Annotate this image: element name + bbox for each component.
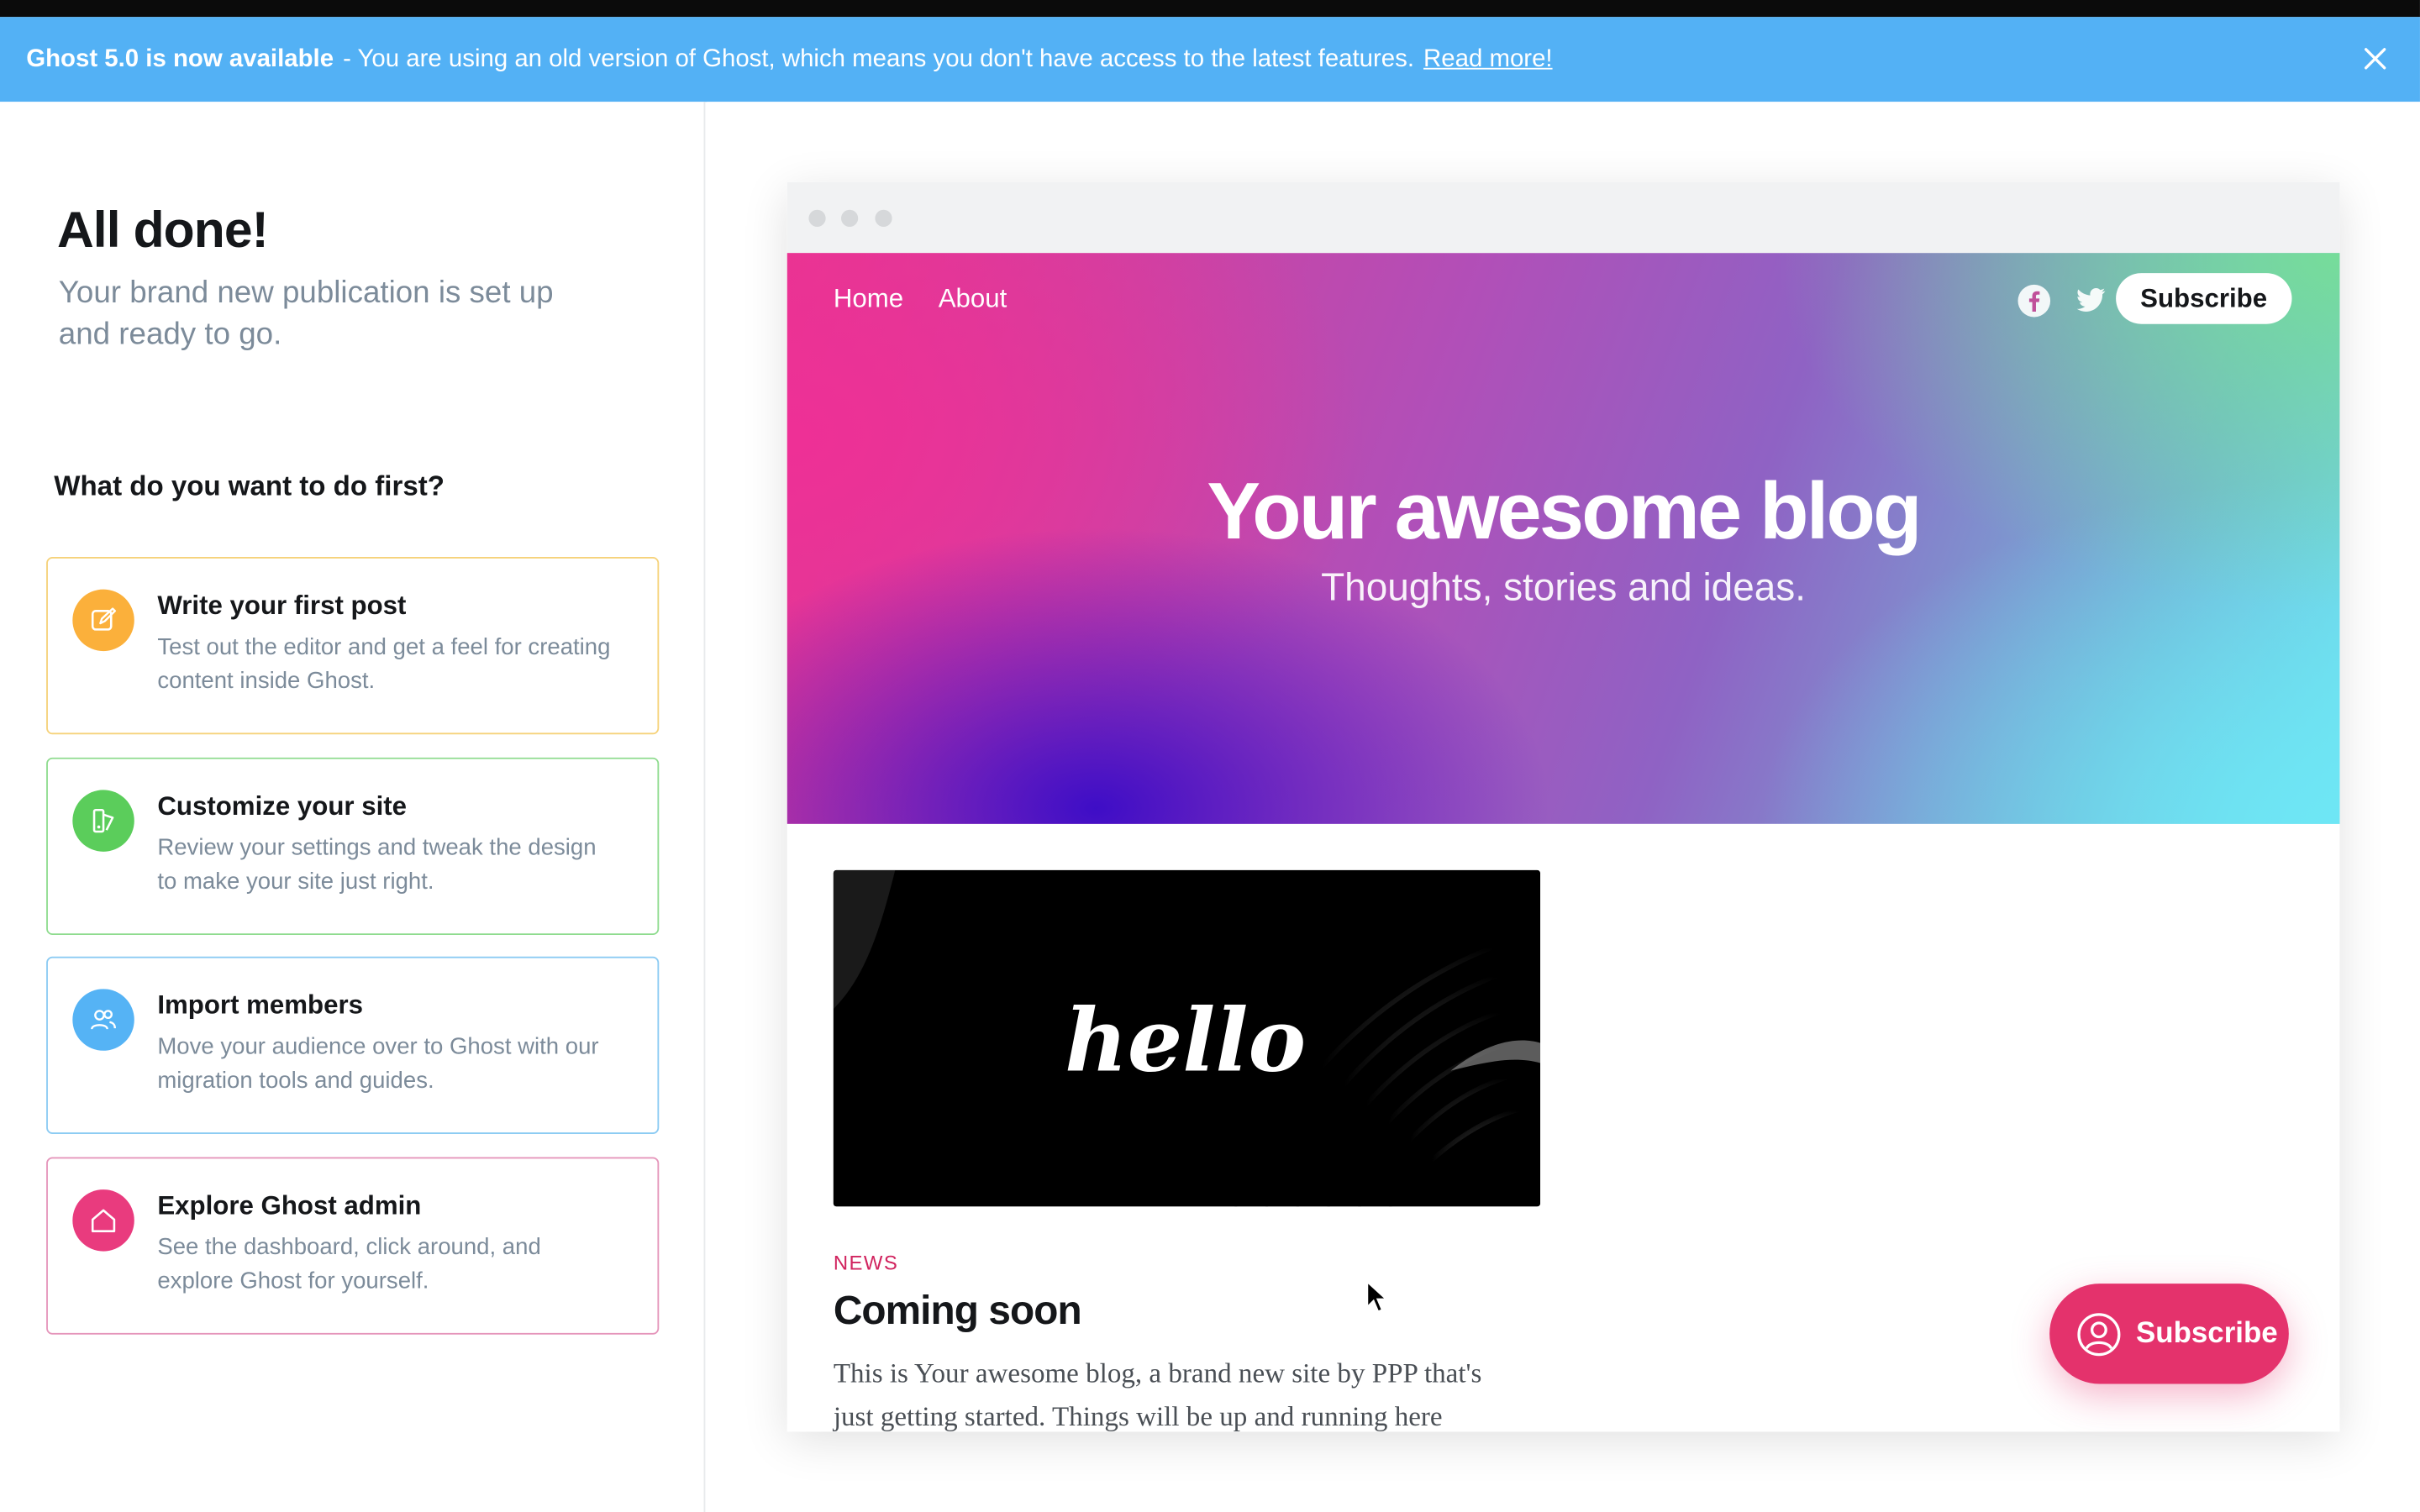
window-dot-icon xyxy=(875,209,892,227)
user-icon xyxy=(2077,1312,2121,1356)
blog-description: Thoughts, stories and ideas. xyxy=(1321,566,1806,610)
mouse-cursor-icon xyxy=(1366,1280,1388,1313)
home-icon xyxy=(72,1189,134,1252)
write-first-post-card[interactable]: Write your first post Test out the edito… xyxy=(46,557,660,735)
paint-brush-icon xyxy=(72,790,134,852)
import-members-card[interactable]: Import members Move your audience over t… xyxy=(46,956,660,1134)
post-title[interactable]: Coming soon xyxy=(834,1287,1082,1335)
post-excerpt: This is Your awesome blog, a brand new s… xyxy=(833,1357,1482,1432)
portal-subscribe-label: Subscribe xyxy=(2135,1316,2278,1350)
close-icon[interactable] xyxy=(2360,43,2391,74)
card-title: Customize your site xyxy=(157,791,408,822)
banner-title: Ghost 5.0 is now available xyxy=(26,45,334,72)
banner-read-more-link[interactable]: Read more! xyxy=(1423,45,1553,73)
header-subscribe-button[interactable]: Subscribe xyxy=(2115,273,2292,324)
update-banner: Ghost 5.0 is now available - You are usi… xyxy=(0,17,2420,102)
card-description: Review your settings and tweak the desig… xyxy=(157,834,597,895)
site-preview-frame: Home About Subscribe Your awesome blog T… xyxy=(786,181,2340,1432)
blog-title: Your awesome blog xyxy=(1207,467,1922,558)
window-top-strip xyxy=(0,0,2420,18)
card-description: See the dashboard, click around, and exp… xyxy=(157,1234,541,1294)
page-title: All done! xyxy=(56,200,269,258)
page-subtitle: Your brand new publication is set up and… xyxy=(58,276,554,352)
browser-chrome xyxy=(786,181,2340,254)
card-description: Move your audience over to Ghost with ou… xyxy=(157,1033,599,1095)
portal-subscribe-button[interactable]: Subscribe xyxy=(2049,1284,2289,1384)
nav-about-link[interactable]: About xyxy=(939,284,1007,315)
window-dot-icon xyxy=(808,209,826,227)
banner-text: - You are using an old version of Ghost,… xyxy=(343,45,1415,72)
card-title: Write your first post xyxy=(157,591,407,621)
explore-admin-card[interactable]: Explore Ghost admin See the dashboard, c… xyxy=(46,1157,660,1335)
twitter-icon[interactable] xyxy=(2073,284,2107,318)
post-image-text: hello xyxy=(1065,990,1306,1092)
section-heading: What do you want to do first? xyxy=(54,470,445,501)
post-tag[interactable]: NEWS xyxy=(834,1252,899,1275)
facebook-icon[interactable] xyxy=(2018,284,2051,318)
window-dot-icon xyxy=(841,209,859,227)
site-hero: Home About Subscribe Your awesome blog T… xyxy=(786,253,2340,824)
nav-home-link[interactable]: Home xyxy=(834,284,903,315)
post-feature-image[interactable]: hello xyxy=(833,869,1541,1207)
pencil-edit-icon xyxy=(72,589,134,652)
members-icon xyxy=(72,989,134,1051)
card-title: Import members xyxy=(157,990,363,1021)
card-description: Test out the editor and get a feel for c… xyxy=(157,633,611,695)
card-title: Explore Ghost admin xyxy=(157,1190,422,1221)
customize-site-card[interactable]: Customize your site Review your settings… xyxy=(46,757,660,936)
